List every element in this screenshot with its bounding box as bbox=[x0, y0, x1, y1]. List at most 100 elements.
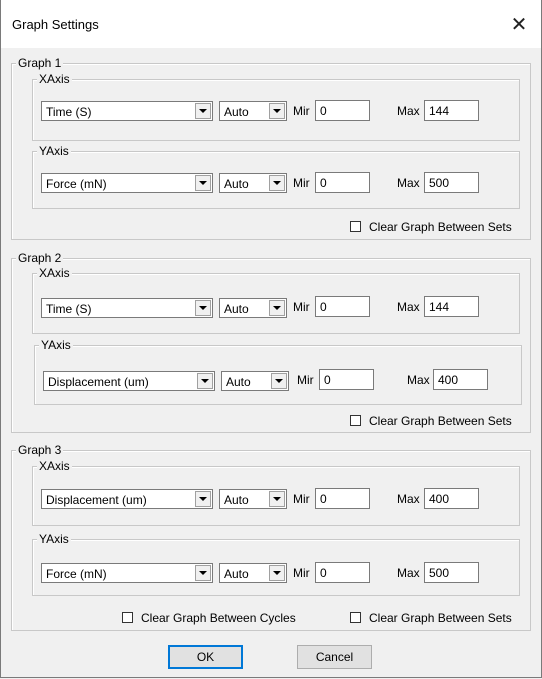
graph-settings-dialog: Graph Settings ✕ Graph 1 XAxis Time (S) … bbox=[0, 0, 542, 678]
graph-2-yaxis-min-input[interactable]: 0 bbox=[319, 369, 374, 390]
graph-1-yaxis-max-value: 500 bbox=[429, 176, 450, 190]
graph-3-xaxis-variable-select[interactable]: Displacement (um) bbox=[41, 489, 213, 509]
graph-3-yaxis-min-value: 0 bbox=[320, 566, 327, 580]
graph-1-yaxis-min-label: Mir bbox=[293, 176, 310, 190]
graph-3-clear-cycles-checkbox[interactable] bbox=[122, 612, 133, 623]
graph-2-xaxis-min-input[interactable]: 0 bbox=[315, 296, 370, 317]
chevron-down-icon bbox=[195, 300, 211, 316]
graph-3-clear-sets-checkbox[interactable] bbox=[350, 612, 361, 623]
graph-1-xaxis-min-label: Mir bbox=[293, 104, 310, 118]
chevron-down-icon bbox=[269, 565, 285, 581]
graph-1-xaxis-variable-value: Time (S) bbox=[46, 105, 92, 119]
graph-1-yaxis-mode-select[interactable]: Auto bbox=[219, 173, 287, 193]
graph-2-xaxis-group: XAxis Time (S) Auto Mir 0 Max 144 bbox=[32, 266, 520, 334]
cancel-button-label: Cancel bbox=[315, 650, 354, 664]
graph-2-yaxis-min-label: Mir bbox=[297, 373, 314, 387]
graph-3-yaxis-legend: YAxis bbox=[37, 532, 71, 546]
graph-3-group: Graph 3 XAxis Displacement (um) Auto Mir… bbox=[11, 443, 531, 631]
graph-2-xaxis-min-value: 0 bbox=[320, 300, 327, 314]
graph-2-yaxis-min-value: 0 bbox=[324, 373, 331, 387]
graph-3-xaxis-min-label: Mir bbox=[293, 492, 310, 506]
graph-2-yaxis-variable-value: Displacement (um) bbox=[48, 375, 149, 389]
graph-3-xaxis-group: XAxis Displacement (um) Auto Mir 0 Max 4… bbox=[32, 459, 520, 526]
graph-2-xaxis-mode-value: Auto bbox=[224, 302, 249, 316]
graph-1-xaxis-mode-select[interactable]: Auto bbox=[219, 101, 287, 121]
graph-3-yaxis-max-input[interactable]: 500 bbox=[424, 562, 479, 583]
graph-2-xaxis-max-label: Max bbox=[397, 300, 420, 314]
graph-2-legend: Graph 2 bbox=[16, 251, 64, 265]
graph-3-xaxis-max-input[interactable]: 400 bbox=[424, 488, 479, 509]
chevron-down-icon bbox=[195, 103, 211, 119]
graph-2-xaxis-max-input[interactable]: 144 bbox=[424, 296, 479, 317]
close-icon: ✕ bbox=[510, 13, 528, 36]
graph-3-yaxis-min-input[interactable]: 0 bbox=[315, 562, 370, 583]
graph-1-yaxis-max-label: Max bbox=[397, 176, 420, 190]
graph-2-xaxis-mode-select[interactable]: Auto bbox=[219, 298, 287, 318]
graph-2-xaxis-min-label: Mir bbox=[293, 300, 310, 314]
graph-1-xaxis-legend: XAxis bbox=[37, 72, 72, 86]
chevron-down-icon bbox=[269, 103, 285, 119]
graph-3-xaxis-min-input[interactable]: 0 bbox=[315, 488, 370, 509]
graph-1-xaxis-variable-select[interactable]: Time (S) bbox=[41, 101, 213, 121]
graph-3-xaxis-legend: XAxis bbox=[37, 459, 72, 473]
graph-1-yaxis-mode-value: Auto bbox=[224, 177, 249, 191]
graph-3-yaxis-max-label: Max bbox=[397, 566, 420, 580]
graph-1-yaxis-legend: YAxis bbox=[37, 144, 71, 158]
graph-2-clear-sets-label: Clear Graph Between Sets bbox=[369, 414, 512, 428]
graph-1-yaxis-min-value: 0 bbox=[320, 176, 327, 190]
chevron-down-icon bbox=[195, 175, 211, 191]
graph-3-xaxis-variable-value: Displacement (um) bbox=[46, 493, 147, 507]
graph-3-yaxis-mode-select[interactable]: Auto bbox=[219, 563, 287, 583]
graph-2-yaxis-variable-select[interactable]: Displacement (um) bbox=[43, 371, 215, 391]
graph-3-yaxis-max-value: 500 bbox=[429, 566, 450, 580]
graph-3-yaxis-group: YAxis Force (mN) Auto Mir 0 Max 500 bbox=[32, 532, 520, 596]
graph-3-xaxis-mode-select[interactable]: Auto bbox=[219, 489, 287, 509]
graph-1-yaxis-group: YAxis Force (mN) Auto Mir 0 Max 500 bbox=[32, 144, 520, 209]
graph-2-xaxis-variable-select[interactable]: Time (S) bbox=[41, 298, 213, 318]
chevron-down-icon bbox=[269, 175, 285, 191]
graph-1-yaxis-min-input[interactable]: 0 bbox=[315, 172, 370, 193]
graph-3-legend: Graph 3 bbox=[16, 443, 64, 457]
graph-2-yaxis-max-input[interactable]: 400 bbox=[433, 369, 488, 390]
graph-2-yaxis-mode-value: Auto bbox=[226, 375, 251, 389]
graph-3-yaxis-min-label: Mir bbox=[293, 566, 310, 580]
graph-2-yaxis-legend: YAxis bbox=[39, 338, 73, 352]
graph-1-xaxis-mode-value: Auto bbox=[224, 105, 249, 119]
dialog-title: Graph Settings bbox=[12, 17, 99, 32]
graph-1-xaxis-max-value: 144 bbox=[429, 104, 450, 118]
graph-3-clear-sets-label: Clear Graph Between Sets bbox=[369, 611, 512, 625]
graph-1-xaxis-max-label: Max bbox=[397, 104, 420, 118]
chevron-down-icon bbox=[195, 491, 211, 507]
graph-3-yaxis-variable-value: Force (mN) bbox=[46, 567, 107, 581]
graph-1-xaxis-min-value: 0 bbox=[320, 104, 327, 118]
graph-1-clear-sets-checkbox[interactable] bbox=[350, 221, 361, 232]
graph-3-clear-cycles-label: Clear Graph Between Cycles bbox=[141, 611, 296, 625]
graph-2-xaxis-legend: XAxis bbox=[37, 266, 72, 280]
graph-1-group: Graph 1 XAxis Time (S) Auto Mir 0 Max 14… bbox=[11, 56, 531, 240]
chevron-down-icon bbox=[195, 565, 211, 581]
cancel-button[interactable]: Cancel bbox=[297, 645, 372, 669]
chevron-down-icon bbox=[269, 491, 285, 507]
graph-1-xaxis-min-input[interactable]: 0 bbox=[315, 100, 370, 121]
graph-3-yaxis-variable-select[interactable]: Force (mN) bbox=[41, 563, 213, 583]
graph-1-xaxis-max-input[interactable]: 144 bbox=[424, 100, 479, 121]
graph-1-yaxis-variable-select[interactable]: Force (mN) bbox=[41, 173, 213, 193]
graph-3-yaxis-mode-value: Auto bbox=[224, 567, 249, 581]
graph-1-yaxis-max-input[interactable]: 500 bbox=[424, 172, 479, 193]
graph-1-legend: Graph 1 bbox=[16, 56, 64, 70]
close-button[interactable]: ✕ bbox=[497, 0, 541, 48]
graph-2-xaxis-max-value: 144 bbox=[429, 300, 450, 314]
graph-3-xaxis-max-value: 400 bbox=[429, 492, 450, 506]
graph-2-yaxis-mode-select[interactable]: Auto bbox=[221, 371, 289, 391]
chevron-down-icon bbox=[197, 373, 213, 389]
graph-3-xaxis-mode-value: Auto bbox=[224, 493, 249, 507]
ok-button[interactable]: OK bbox=[168, 645, 243, 669]
graph-2-clear-sets-checkbox[interactable] bbox=[350, 415, 361, 426]
graph-1-xaxis-group: XAxis Time (S) Auto Mir 0 Max 144 bbox=[32, 72, 520, 141]
graph-3-xaxis-max-label: Max bbox=[397, 492, 420, 506]
chevron-down-icon bbox=[269, 300, 285, 316]
title-bar: Graph Settings ✕ bbox=[1, 0, 541, 48]
graph-1-clear-sets-label: Clear Graph Between Sets bbox=[369, 220, 512, 234]
graph-2-yaxis-group: YAxis Displacement (um) Auto Mir 0 Max 4… bbox=[34, 338, 522, 405]
graph-1-yaxis-variable-value: Force (mN) bbox=[46, 177, 107, 191]
